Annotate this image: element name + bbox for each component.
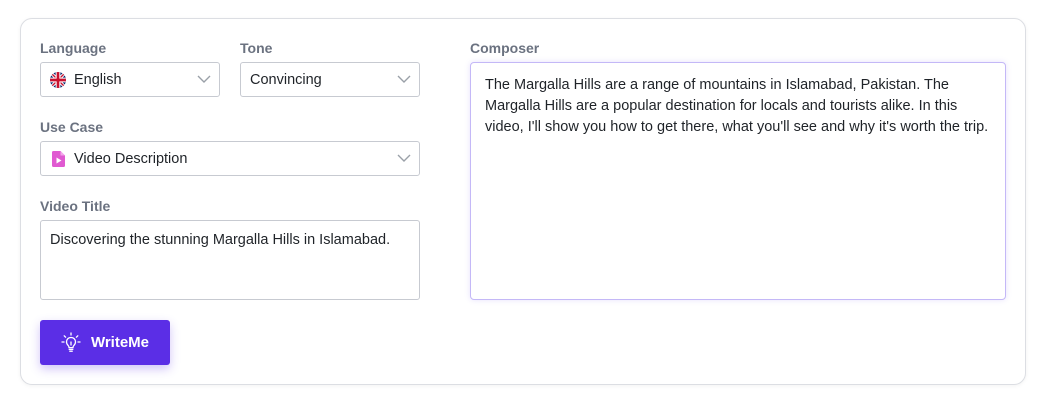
language-select[interactable]: English — [40, 62, 220, 97]
chevron-down-icon — [197, 75, 211, 83]
use-case-label: Use Case — [40, 119, 104, 135]
tone-value: Convincing — [250, 71, 322, 88]
tone-label: Tone — [240, 40, 273, 56]
language-value: English — [74, 71, 122, 88]
lightbulb-icon — [61, 331, 81, 352]
video-title-input[interactable]: Discovering the stunning Margalla Hills … — [40, 220, 420, 300]
language-label: Language — [40, 40, 107, 56]
writer-card: Language English Tone Convincing Use Cas… — [20, 18, 1026, 385]
tone-select[interactable]: Convincing — [240, 62, 420, 97]
video-file-icon — [52, 150, 65, 167]
use-case-value: Video Description — [74, 150, 188, 167]
chevron-down-icon — [397, 75, 411, 83]
uk-flag-icon — [50, 71, 66, 88]
composer-label: Composer — [470, 40, 540, 56]
use-case-select[interactable]: Video Description — [40, 141, 420, 176]
composer-textarea[interactable]: The Margalla Hills are a range of mounta… — [470, 62, 1006, 300]
video-title-label: Video Title — [40, 198, 111, 214]
writeme-button[interactable]: WriteMe — [40, 320, 170, 365]
writeme-label: WriteMe — [90, 334, 150, 351]
chevron-down-icon — [397, 154, 411, 162]
